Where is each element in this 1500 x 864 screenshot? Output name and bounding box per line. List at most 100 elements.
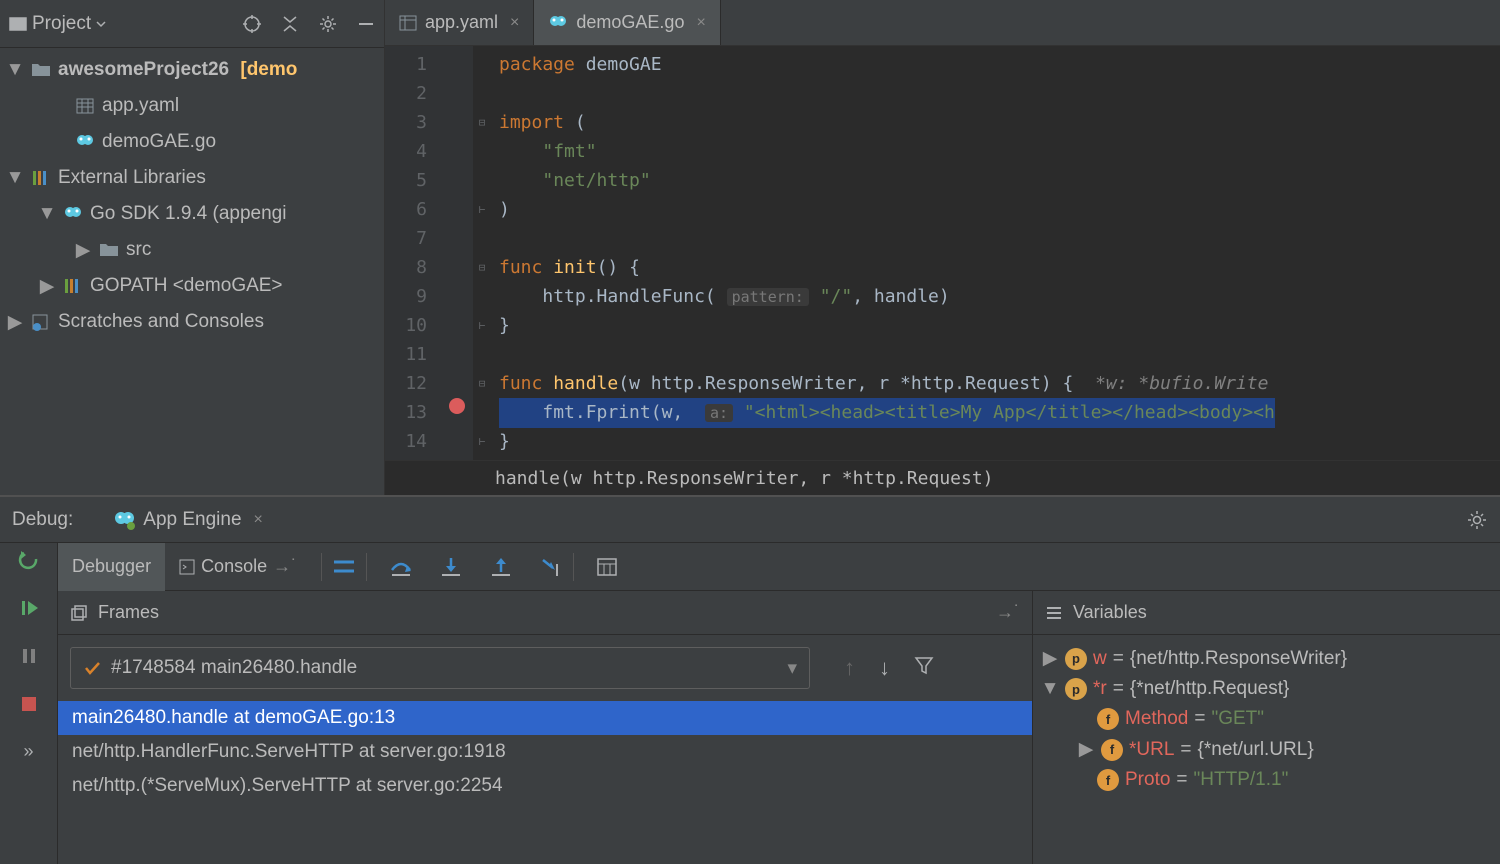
- call: fmt.Fprint(w,: [542, 402, 683, 423]
- tree-file-appyaml[interactable]: app.yaml: [0, 88, 384, 124]
- call: http.HandleFunc(: [542, 286, 715, 307]
- frames-pane: Frames →˙ #1748584 main26480.handle ▾ ↑: [58, 591, 1033, 864]
- arrow-right-icon: ▶: [38, 275, 56, 298]
- var-name: *URL: [1129, 739, 1174, 761]
- run-to-cursor-icon[interactable]: [539, 556, 563, 578]
- paren: ): [499, 199, 510, 220]
- arrow-down-icon: ▼: [6, 167, 24, 189]
- pin-icon[interactable]: →˙: [996, 602, 1020, 623]
- rerun-icon[interactable]: [18, 549, 40, 571]
- close-icon[interactable]: ×: [510, 14, 519, 32]
- tree-root[interactable]: ▼ awesomeProject26 [demo: [0, 52, 384, 88]
- console-icon: [179, 559, 195, 575]
- string: "/": [820, 286, 853, 307]
- tree-ext-libs[interactable]: ▼ External Libraries: [0, 160, 384, 196]
- keyword: package: [499, 54, 575, 75]
- tree-gopath[interactable]: ▶ GOPATH <demoGAE>: [0, 268, 384, 304]
- debug-config-tab[interactable]: App Engine ×: [113, 509, 263, 531]
- frame-item[interactable]: main26480.handle at demoGAE.go:13: [58, 701, 1032, 735]
- debug-tabs: Debugger Console →˙: [58, 543, 1500, 591]
- string: "<html><head><title>My App</title></head…: [744, 402, 1275, 423]
- brace: }: [499, 315, 510, 336]
- thread-label: #1748584 main26480.handle: [111, 657, 357, 679]
- more-icon[interactable]: »: [23, 741, 33, 762]
- var-value: "HTTP/1.1": [1194, 769, 1289, 791]
- signature: (w http.ResponseWriter, r *http.Request)…: [618, 373, 1073, 394]
- var-row[interactable]: ▼ p *r = {*net/http.Request}: [1041, 674, 1492, 704]
- code-content[interactable]: package demoGAE import ( "fmt" "net/http…: [491, 46, 1275, 460]
- folder-icon: [30, 62, 52, 78]
- tree-label: src: [126, 239, 151, 261]
- package-name: demoGAE: [586, 54, 662, 75]
- step-out-icon[interactable]: [489, 556, 513, 578]
- close-icon[interactable]: ×: [254, 511, 263, 529]
- tab-console[interactable]: Console →˙: [165, 543, 311, 591]
- step-over-icon[interactable]: [389, 556, 413, 578]
- variables-list: ▶ p w = {net/http.ResponseWriter} ▼ p *r…: [1033, 635, 1500, 803]
- var-value: {*net/url.URL}: [1198, 739, 1314, 761]
- collapse-icon[interactable]: [280, 14, 300, 34]
- tab-appyaml[interactable]: app.yaml ×: [385, 0, 534, 45]
- frame-text: net/http.HandlerFunc.ServeHTTP at server…: [72, 741, 506, 762]
- tree-label: Go SDK 1.9.4 (appengi: [90, 203, 286, 225]
- arrow-up-icon[interactable]: ↑: [844, 655, 855, 681]
- tree-label: External Libraries: [58, 167, 206, 189]
- inline-hint: *w: *bufio.Write: [1095, 373, 1268, 394]
- tree-go-sdk[interactable]: ▼ Go SDK 1.9.4 (appengi: [0, 196, 384, 232]
- breakpoint-icon[interactable]: [449, 398, 465, 414]
- threads-icon[interactable]: [332, 557, 356, 577]
- filter-icon[interactable]: [914, 655, 934, 681]
- tab-demogo[interactable]: demoGAE.go ×: [534, 0, 720, 45]
- table-icon: [399, 15, 417, 31]
- sidebar-header: Project: [0, 0, 384, 48]
- var-row[interactable]: ▶ f *URL = {*net/url.URL}: [1041, 734, 1492, 765]
- resume-icon[interactable]: [18, 597, 40, 619]
- restore-icon[interactable]: [70, 604, 88, 622]
- go-icon: [548, 14, 568, 32]
- var-row[interactable]: ▶ p w = {net/http.ResponseWriter}: [1041, 643, 1492, 674]
- frames-header: Frames →˙: [58, 591, 1032, 635]
- frame-list: main26480.handle at demoGAE.go:13 net/ht…: [58, 701, 1032, 803]
- args: , handle): [852, 286, 950, 307]
- arrow-down-icon[interactable]: ↓: [879, 655, 890, 681]
- fold-gutter: ⊟⊢⊟⊢⊟⊢: [473, 46, 491, 460]
- project-tree: ▼ awesomeProject26 [demo app.yaml demoGA…: [0, 48, 384, 344]
- var-value: {*net/http.Request}: [1130, 678, 1290, 700]
- list-icon[interactable]: [1045, 604, 1063, 622]
- project-icon: [8, 14, 28, 34]
- stop-icon[interactable]: [18, 693, 40, 715]
- gear-icon[interactable]: [318, 14, 338, 34]
- marker-gutter[interactable]: [441, 46, 473, 460]
- variables-pane: Variables ▶ p w = {net/http.ResponseWrit…: [1033, 591, 1500, 864]
- debug-label: Debug:: [12, 509, 73, 531]
- tree-file-label: app.yaml: [102, 95, 179, 117]
- project-tool-label[interactable]: Project: [8, 13, 107, 35]
- close-icon[interactable]: ×: [696, 14, 705, 32]
- pause-icon[interactable]: [18, 645, 40, 667]
- tree-file-demogo[interactable]: demoGAE.go: [0, 124, 384, 160]
- tab-label: Debugger: [72, 556, 151, 577]
- tree-scratches[interactable]: ▶ Scratches and Consoles: [0, 304, 384, 340]
- frame-text: main26480.handle at demoGAE.go:13: [72, 707, 395, 728]
- frame-item[interactable]: net/http.(*ServeMux).ServeHTTP at server…: [58, 769, 1032, 803]
- var-row[interactable]: f Method = "GET": [1041, 704, 1492, 734]
- var-name: Method: [1125, 708, 1188, 730]
- debug-left-toolbar: »: [0, 543, 58, 864]
- breadcrumb[interactable]: handle(w http.ResponseWriter, r *http.Re…: [385, 460, 1500, 495]
- go-icon: [74, 133, 96, 151]
- thread-selector[interactable]: #1748584 main26480.handle ▾: [70, 647, 810, 689]
- tree-src[interactable]: ▶ src: [0, 232, 384, 268]
- editor[interactable]: 1234567891011121314 ⊟⊢⊟⊢⊟⊢ package demoG…: [385, 46, 1500, 460]
- editor-tabs: app.yaml × demoGAE.go ×: [385, 0, 1500, 46]
- frames-label: Frames: [98, 602, 159, 623]
- hide-icon[interactable]: [356, 14, 376, 34]
- var-name: w: [1093, 648, 1107, 670]
- string: "net/http": [542, 170, 650, 191]
- tab-debugger[interactable]: Debugger: [58, 543, 165, 591]
- var-row[interactable]: f Proto = "HTTP/1.1": [1041, 765, 1492, 795]
- step-into-icon[interactable]: [439, 556, 463, 578]
- target-icon[interactable]: [242, 14, 262, 34]
- frame-item[interactable]: net/http.HandlerFunc.ServeHTTP at server…: [58, 735, 1032, 769]
- evaluate-icon[interactable]: [596, 557, 618, 577]
- gear-icon[interactable]: [1466, 509, 1488, 531]
